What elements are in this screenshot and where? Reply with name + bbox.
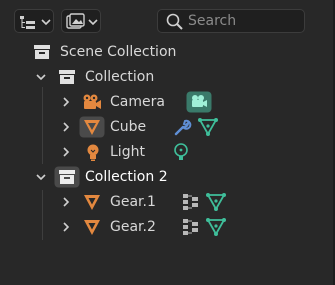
filter-icon [66, 13, 98, 29]
mesh-data-icon[interactable] [197, 117, 219, 137]
mesh-object-icon [79, 116, 105, 138]
outliner-tree-icon [20, 16, 51, 29]
mesh-data-icon[interactable] [205, 217, 227, 237]
light-object-icon [87, 144, 99, 161]
filter-dropdown[interactable] [61, 9, 101, 33]
camera-data-icon[interactable] [186, 91, 212, 113]
chevron-down-icon[interactable] [35, 171, 47, 183]
display-mode-dropdown[interactable] [14, 9, 54, 33]
light-data-icon[interactable] [172, 142, 192, 162]
chevron-right-icon[interactable] [60, 96, 72, 108]
outliner-tree: Scene Collection Collection Camera Cube … [0, 40, 335, 285]
mesh-data-icon[interactable] [205, 192, 227, 212]
object-label: Light [110, 144, 145, 160]
mesh-object-icon [84, 220, 100, 235]
collection-icon [59, 70, 75, 84]
object-label: Camera [110, 94, 165, 110]
object-row-gear-2[interactable]: Gear.2 [0, 215, 335, 240]
object-row-cube[interactable]: Cube [0, 115, 335, 140]
scene-collection-label: Scene Collection [60, 44, 177, 60]
scene-collection-row[interactable]: Scene Collection [0, 40, 335, 65]
wrench-icon[interactable] [172, 117, 192, 137]
mesh-object-icon [84, 195, 100, 210]
geometry-nodes-icon[interactable] [181, 192, 201, 212]
collection-label: Collection 2 [85, 169, 168, 185]
chevron-right-icon[interactable] [60, 146, 72, 158]
geometry-nodes-icon[interactable] [181, 217, 201, 237]
outliner-header [0, 0, 335, 40]
search-input[interactable] [188, 12, 300, 30]
object-label: Gear.1 [110, 194, 156, 210]
search-icon [166, 13, 183, 30]
chevron-right-icon[interactable] [60, 221, 72, 233]
collection-row[interactable]: Collection [0, 65, 335, 90]
object-label: Cube [110, 119, 147, 135]
chevron-right-icon[interactable] [60, 196, 72, 208]
collection-icon [54, 166, 80, 188]
chevron-down-icon[interactable] [35, 71, 47, 83]
search-field[interactable] [157, 9, 305, 33]
collection-row-active[interactable]: Collection 2 [0, 165, 335, 190]
scene-collection-icon [34, 45, 50, 59]
object-row-camera[interactable]: Camera [0, 90, 335, 115]
object-row-light[interactable]: Light [0, 140, 335, 165]
object-label: Gear.2 [110, 219, 156, 235]
object-row-gear-1[interactable]: Gear.1 [0, 190, 335, 215]
camera-object-icon [83, 94, 101, 109]
chevron-right-icon[interactable] [60, 121, 72, 133]
collection-label: Collection [85, 69, 155, 85]
